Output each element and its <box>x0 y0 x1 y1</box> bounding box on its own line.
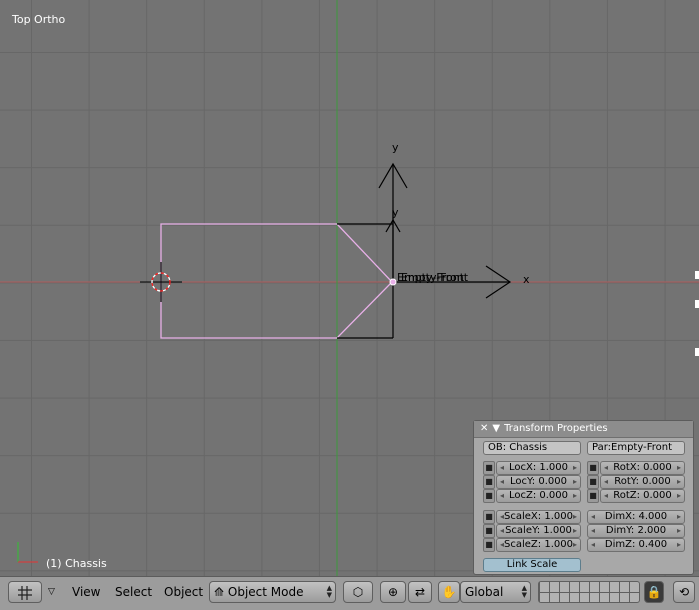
lock-icon[interactable]: ■ <box>483 524 495 538</box>
lock-layers-icon[interactable]: 🔒 <box>644 581 664 603</box>
pivot-dropdown[interactable]: ⊕ <box>380 581 406 603</box>
scalex-field[interactable]: ◂ ScaleX: 1.000 ▸ <box>496 510 581 524</box>
manipulator-toggle[interactable]: ⇄ <box>408 581 432 603</box>
empty-name-label-overlap: Empty-Front <box>401 271 469 284</box>
hand-button[interactable]: ✋ <box>438 581 460 603</box>
dimx-field[interactable]: ◂ DimX: 4.000 ▸ <box>587 510 685 524</box>
edge-marker <box>695 271 699 279</box>
dimz-field[interactable]: ◂ DimZ: 0.400 ▸ <box>587 538 685 552</box>
scalez-field[interactable]: ◂ ScaleZ: 1.000 ▸ <box>496 538 581 552</box>
lock-icon[interactable]: ■ <box>483 475 495 489</box>
edge-marker <box>695 300 699 308</box>
locx-field[interactable]: ◂ LocX: 1.000 ▸ <box>496 461 581 475</box>
object-mode-icon: ⟰ <box>214 585 225 599</box>
link-scale-button[interactable]: Link Scale <box>483 558 581 572</box>
axis-y-label-mid: y <box>392 206 399 219</box>
editor-type-button[interactable] <box>8 581 42 603</box>
3d-viewport[interactable]: y y x Empty-Front Empty-Front Top Ortho … <box>0 0 699 576</box>
menu-select[interactable]: Select <box>115 581 152 603</box>
chassis-mesh[interactable] <box>160 223 393 339</box>
updown-arrows-icon: ▲ ▼ <box>326 584 332 599</box>
layer-buttons[interactable] <box>538 581 640 603</box>
close-icon[interactable]: ✕ <box>480 421 488 437</box>
lock-icon[interactable]: ■ <box>587 489 599 503</box>
rotx-field[interactable]: ◂ RotX: 0.000 ▸ <box>600 461 685 475</box>
active-object-info: (1) Chassis <box>46 557 107 570</box>
empty-origin-dot <box>389 278 397 286</box>
orientation-dropdown[interactable]: Global ▲ ▼ <box>460 581 531 603</box>
grid-icon <box>18 586 32 600</box>
lock-icon[interactable]: ■ <box>483 538 495 552</box>
lock-icon[interactable]: ■ <box>587 461 599 475</box>
view-axis-gizmo-icon <box>17 542 38 563</box>
roty-field[interactable]: ◂ RotY: 0.000 ▸ <box>600 475 685 489</box>
lock-icon[interactable]: ■ <box>483 461 495 475</box>
lock-icon[interactable]: ■ <box>483 489 495 503</box>
parent-name-field[interactable]: Par:Empty-Front <box>587 441 685 455</box>
axis-y-label-top: y <box>392 141 399 154</box>
pivot-icon: ⊕ <box>387 585 399 599</box>
viewport-header: ▽ View Select Object ⟰ Object Mode ▲ ▼ ⬡ … <box>0 576 699 610</box>
panel-header[interactable]: ✕ ▼ Transform Properties <box>474 421 693 438</box>
axis-x-label: x <box>523 273 530 286</box>
render-icon[interactable]: ⟲ <box>673 581 695 603</box>
collapse-triangle-icon[interactable]: ▼ <box>492 421 500 437</box>
manipulator-icon: ⇄ <box>414 585 426 599</box>
3d-cursor-icon[interactable] <box>140 262 182 302</box>
menu-view[interactable]: View <box>72 581 100 603</box>
updown-arrows-icon: ▲ ▼ <box>521 584 527 599</box>
mode-dropdown[interactable]: ⟰ Object Mode ▲ ▼ <box>209 581 336 603</box>
object-name-field[interactable]: OB: Chassis <box>483 441 581 455</box>
edge-marker <box>695 348 699 356</box>
rotz-field[interactable]: ◂ RotZ: 0.000 ▸ <box>600 489 685 503</box>
shading-cube-icon: ⬡ <box>352 585 364 599</box>
draw-type-dropdown[interactable]: ⬡ <box>343 581 373 603</box>
viewport-title: Top Ortho <box>12 13 66 26</box>
locy-field[interactable]: ◂ LocY: 0.000 ▸ <box>496 475 581 489</box>
transform-properties-panel[interactable]: ✕ ▼ Transform Properties OB: Chassis Par… <box>473 420 694 575</box>
menu-object[interactable]: Object <box>164 581 203 603</box>
hand-icon: ✋ <box>441 585 457 599</box>
lock-icon[interactable]: ■ <box>587 475 599 489</box>
panel-title: Transform Properties <box>504 423 608 434</box>
header-collapse-icon[interactable]: ▽ <box>48 581 62 603</box>
dimy-field[interactable]: ◂ DimY: 2.000 ▸ <box>587 524 685 538</box>
locz-field[interactable]: ◂ LocZ: 0.000 ▸ <box>496 489 581 503</box>
scaley-field[interactable]: ◂ ScaleY: 1.000 ▸ <box>496 524 581 538</box>
lock-icon[interactable]: ■ <box>483 510 495 524</box>
